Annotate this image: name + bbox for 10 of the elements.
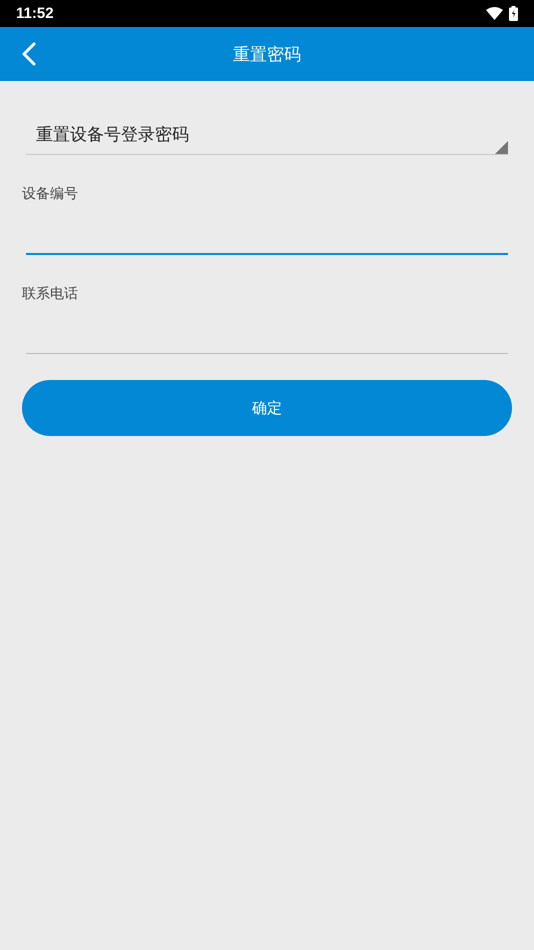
battery-icon xyxy=(509,6,518,21)
status-time: 11:52 xyxy=(16,5,54,22)
dropdown-triangle-icon xyxy=(495,141,508,154)
back-icon[interactable] xyxy=(22,42,36,66)
confirm-button[interactable]: 确定 xyxy=(22,380,512,436)
field-label: 设备编号 xyxy=(22,185,79,203)
wifi-icon xyxy=(486,7,503,20)
reset-type-dropdown[interactable]: 重置设备号登录密码 xyxy=(26,121,508,155)
field-label: 联系电话 xyxy=(22,285,79,303)
screen-title: 重置密码 xyxy=(233,44,301,66)
